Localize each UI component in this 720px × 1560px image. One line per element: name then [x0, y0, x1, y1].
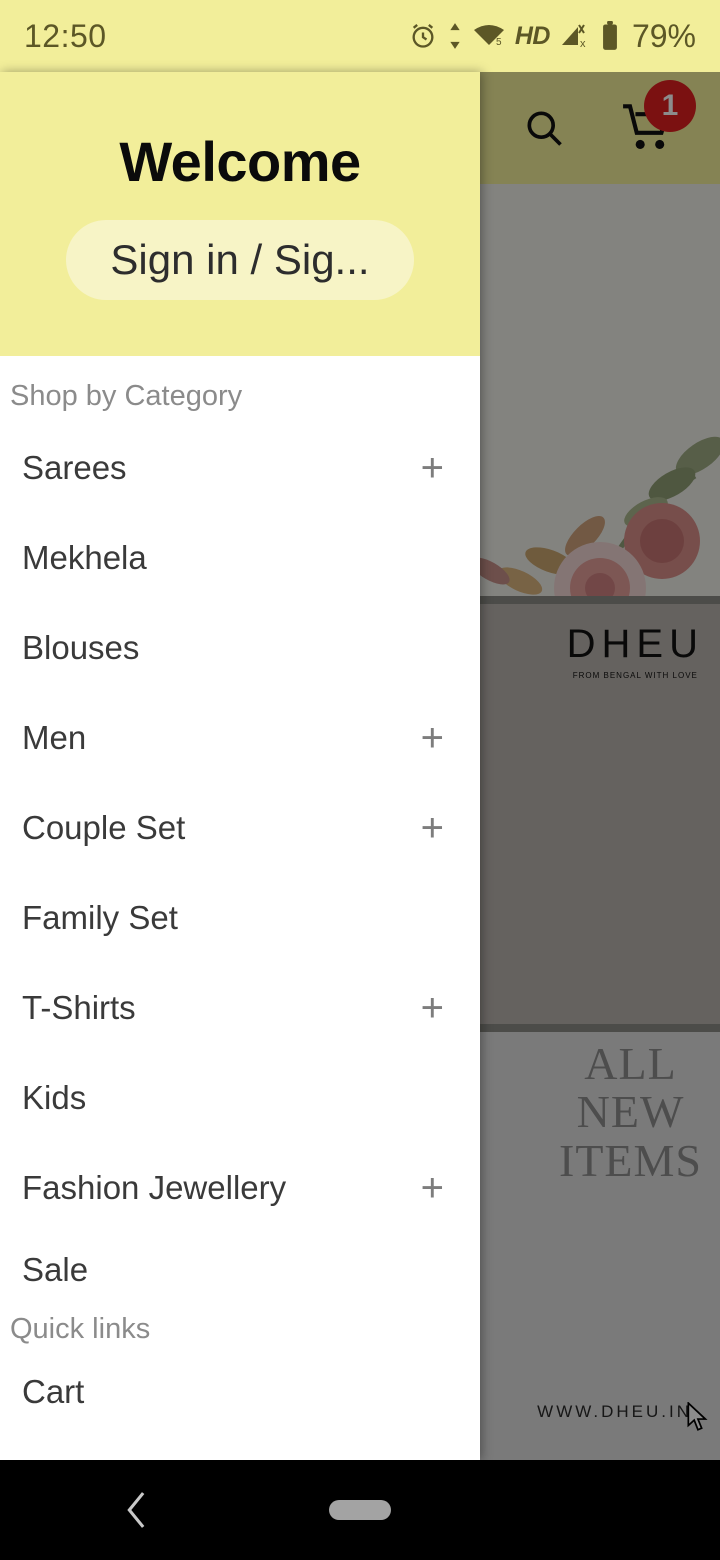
- shop-by-category-label: Shop by Category: [10, 380, 243, 412]
- quick-links-list: Cart: [0, 1356, 480, 1428]
- menu-item-label: Mekhela: [22, 539, 147, 576]
- menu-item-sale[interactable]: Sale: [0, 1233, 480, 1307]
- menu-item-label: T-Shirts: [22, 989, 136, 1026]
- menu-item-label: Sale: [22, 1251, 89, 1288]
- hd-icon: HD: [514, 21, 551, 50]
- menu-item-label: Couple Set: [22, 809, 186, 846]
- menu-item-mekhela[interactable]: Mekhela: [0, 513, 480, 603]
- alarm-clock-icon: [409, 22, 437, 50]
- menu-item-label: Blouses: [22, 629, 140, 666]
- quick-links-label: Quick links: [10, 1313, 151, 1345]
- expand-plus-icon[interactable]: +: [421, 1168, 444, 1208]
- menu-item-blouses[interactable]: Blouses: [0, 603, 480, 693]
- expand-plus-icon[interactable]: +: [421, 718, 444, 758]
- category-menu-list: Sarees + Mekhela Blouses Men + Couple Se…: [0, 423, 480, 1307]
- menu-item-label: Cart: [22, 1373, 85, 1410]
- menu-item-cart[interactable]: Cart: [0, 1356, 480, 1428]
- wifi-icon: 5: [473, 23, 505, 49]
- menu-item-family-set[interactable]: Family Set: [0, 873, 480, 963]
- menu-item-label: Fashion Jewellery: [22, 1169, 287, 1206]
- navigation-drawer: Welcome Sign in / Sig... Shop by Categor…: [0, 72, 480, 1460]
- drawer-header: Welcome Sign in / Sig...: [0, 72, 480, 356]
- data-transfer-icon: [447, 22, 463, 50]
- expand-plus-icon[interactable]: +: [421, 448, 444, 488]
- back-chevron-icon[interactable]: [122, 1490, 152, 1530]
- home-pill-icon[interactable]: [329, 1500, 391, 1520]
- menu-item-label: Family Set: [22, 899, 178, 936]
- status-icon-group: 5 HD x 79%: [409, 18, 696, 55]
- menu-item-men[interactable]: Men +: [0, 693, 480, 783]
- menu-item-label: Kids: [22, 1079, 87, 1116]
- menu-item-couple-set[interactable]: Couple Set +: [0, 783, 480, 873]
- sign-in-sign-up-button[interactable]: Sign in / Sig...: [66, 219, 414, 300]
- svg-text:5: 5: [496, 37, 502, 48]
- signal-off-icon: x: [560, 23, 590, 49]
- battery-icon: [600, 21, 620, 51]
- android-navigation-bar: [0, 1460, 720, 1560]
- svg-text:x: x: [580, 38, 586, 49]
- phone-screen: 1 FOLLOW US ections r Couple Set BSI: [0, 0, 720, 1560]
- menu-item-t-shirts[interactable]: T-Shirts +: [0, 963, 480, 1053]
- battery-percent-label: 79%: [631, 17, 696, 54]
- menu-item-label: Sarees: [22, 449, 127, 486]
- menu-item-label: Men: [22, 719, 87, 756]
- status-bar: 12:50 5 HD x 79%: [0, 0, 720, 72]
- welcome-title: Welcome: [119, 129, 361, 193]
- expand-plus-icon[interactable]: +: [421, 988, 444, 1028]
- status-time: 12:50: [24, 17, 107, 54]
- menu-item-fashion-jewellery[interactable]: Fashion Jewellery +: [0, 1143, 480, 1233]
- expand-plus-icon[interactable]: +: [421, 808, 444, 848]
- menu-item-kids[interactable]: Kids: [0, 1053, 480, 1143]
- menu-item-sarees[interactable]: Sarees +: [0, 423, 480, 513]
